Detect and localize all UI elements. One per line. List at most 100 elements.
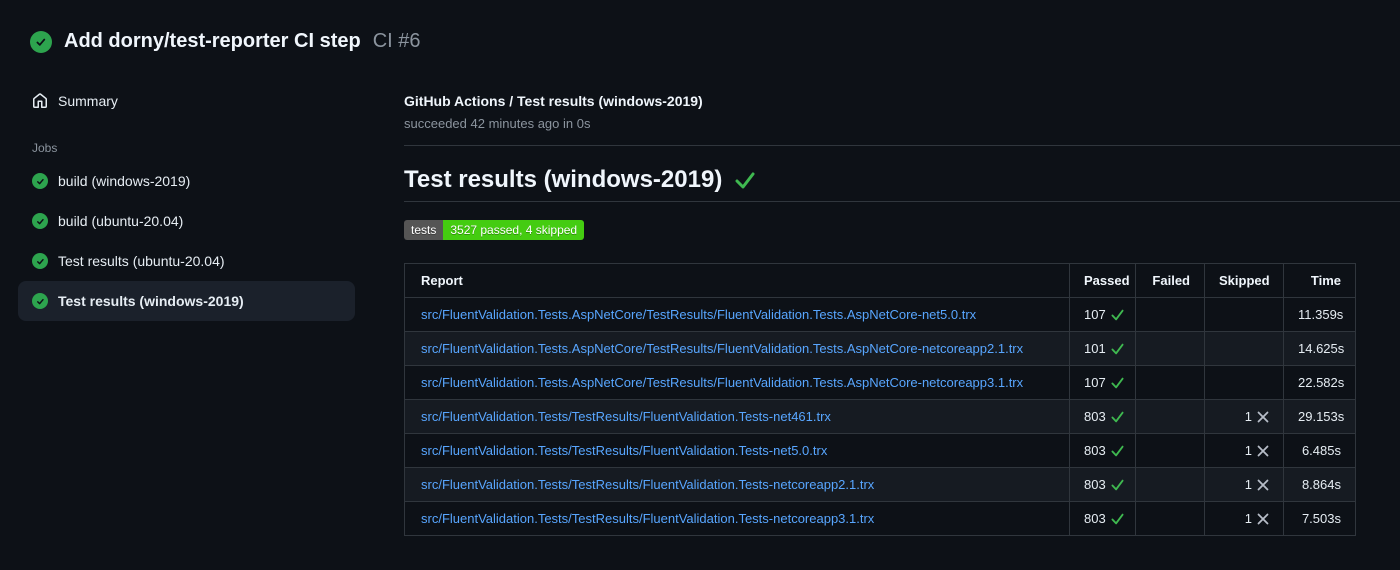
time-cell: 22.582s xyxy=(1283,365,1356,400)
table-row: src/FluentValidation.Tests.AspNetCore/Te… xyxy=(404,365,1356,400)
section-title: Test results (windows-2019) xyxy=(404,166,723,193)
home-icon xyxy=(32,93,48,109)
skipped-cell: 1 xyxy=(1204,467,1284,502)
run-header: Add dorny/test-reporter CI step CI #6 xyxy=(0,0,1400,67)
badge-value: 3527 passed, 4 skipped xyxy=(443,220,585,240)
skipped-cell: 1 xyxy=(1204,399,1284,434)
report-cell: src/FluentValidation.Tests.AspNetCore/Te… xyxy=(404,365,1070,400)
sidebar-job-item[interactable]: Test results (windows-2019) xyxy=(18,281,355,321)
table-row: src/FluentValidation.Tests/TestResults/F… xyxy=(404,501,1356,536)
failed-cell xyxy=(1135,399,1205,434)
skipped-cell xyxy=(1204,365,1284,400)
jobs-list: build (windows-2019) build (ubuntu-20.04)… xyxy=(18,161,355,321)
passed-count: 803 xyxy=(1084,511,1106,526)
pass-check-icon xyxy=(1111,309,1124,321)
passed-cell: 107 xyxy=(1069,365,1136,400)
column-header-report: Report xyxy=(404,263,1070,298)
skip-x-icon xyxy=(1257,445,1269,457)
pass-check-icon xyxy=(1111,445,1124,457)
sidebar-job-item[interactable]: Test results (ubuntu-20.04) xyxy=(18,241,355,281)
failed-cell xyxy=(1135,501,1205,536)
skipped-count: 1 xyxy=(1244,477,1252,492)
success-check-icon xyxy=(734,171,756,189)
report-cell: src/FluentValidation.Tests/TestResults/F… xyxy=(404,501,1070,536)
time-cell: 6.485s xyxy=(1283,433,1356,468)
report-link[interactable]: src/FluentValidation.Tests.AspNetCore/Te… xyxy=(421,341,1023,356)
table-row: src/FluentValidation.Tests/TestResults/F… xyxy=(404,433,1356,468)
passed-cell: 803 xyxy=(1069,399,1136,434)
sidebar-job-item[interactable]: build (windows-2019) xyxy=(18,161,355,201)
pass-check-icon xyxy=(1111,513,1124,525)
pass-check-icon xyxy=(1111,411,1124,423)
report-cell: src/FluentValidation.Tests/TestResults/F… xyxy=(404,433,1070,468)
report-link[interactable]: src/FluentValidation.Tests/TestResults/F… xyxy=(421,511,874,526)
report-link[interactable]: src/FluentValidation.Tests.AspNetCore/Te… xyxy=(421,307,976,322)
sidebar-job-item[interactable]: build (ubuntu-20.04) xyxy=(18,201,355,241)
skipped-count: 1 xyxy=(1244,511,1252,526)
failed-cell xyxy=(1135,331,1205,366)
failed-cell xyxy=(1135,433,1205,468)
jobs-sidebar: Summary Jobs build (windows-2019) build (… xyxy=(0,67,404,321)
sidebar-item-summary[interactable]: Summary xyxy=(18,83,355,119)
report-cell: src/FluentValidation.Tests.AspNetCore/Te… xyxy=(404,297,1070,332)
job-detail-panel: GitHub Actions / Test results (windows-2… xyxy=(404,67,1400,536)
tests-status-badge[interactable]: tests 3527 passed, 4 skipped xyxy=(404,220,585,240)
report-link[interactable]: src/FluentValidation.Tests/TestResults/F… xyxy=(421,409,831,424)
skipped-cell xyxy=(1204,331,1284,366)
pass-check-icon xyxy=(1111,377,1124,389)
report-cell: src/FluentValidation.Tests.AspNetCore/Te… xyxy=(404,331,1070,366)
table-row: src/FluentValidation.Tests.AspNetCore/Te… xyxy=(404,331,1356,366)
skipped-cell: 1 xyxy=(1204,501,1284,536)
workflow-run-number: CI #6 xyxy=(372,30,421,52)
failed-cell xyxy=(1135,297,1205,332)
success-check-circle-icon xyxy=(32,253,48,269)
job-label: build (windows-2019) xyxy=(58,173,191,189)
passed-count: 803 xyxy=(1084,477,1106,492)
column-header-failed: Failed xyxy=(1135,263,1205,298)
page-title: Add dorny/test-reporter CI step xyxy=(64,30,361,52)
passed-count: 107 xyxy=(1084,375,1106,390)
report-cell: src/FluentValidation.Tests/TestResults/F… xyxy=(404,399,1070,434)
report-link[interactable]: src/FluentValidation.Tests.AspNetCore/Te… xyxy=(421,375,1023,390)
success-check-circle-icon xyxy=(30,30,52,53)
table-row: src/FluentValidation.Tests.AspNetCore/Te… xyxy=(404,297,1356,332)
skip-x-icon xyxy=(1257,411,1269,423)
time-cell: 14.625s xyxy=(1283,331,1356,366)
column-header-skipped: Skipped xyxy=(1204,263,1284,298)
pass-check-icon xyxy=(1111,343,1124,355)
table-row: src/FluentValidation.Tests/TestResults/F… xyxy=(404,399,1356,434)
skipped-count: 1 xyxy=(1244,443,1252,458)
passed-cell: 101 xyxy=(1069,331,1136,366)
passed-cell: 107 xyxy=(1069,297,1136,332)
skipped-cell: 1 xyxy=(1204,433,1284,468)
skip-x-icon xyxy=(1257,513,1269,525)
badge-label: tests xyxy=(404,220,444,240)
table-row: src/FluentValidation.Tests/TestResults/F… xyxy=(404,467,1356,502)
report-link[interactable]: src/FluentValidation.Tests/TestResults/F… xyxy=(421,443,827,458)
time-cell: 7.503s xyxy=(1283,501,1356,536)
job-label: build (ubuntu-20.04) xyxy=(58,213,184,229)
failed-cell xyxy=(1135,467,1205,502)
success-check-circle-icon xyxy=(32,173,48,189)
skip-x-icon xyxy=(1257,479,1269,491)
time-cell: 29.153s xyxy=(1283,399,1356,434)
table-header-row: Report Passed Failed Skipped Time xyxy=(404,263,1356,298)
passed-cell: 803 xyxy=(1069,467,1136,502)
jobs-section-label: Jobs xyxy=(32,141,58,155)
pass-check-icon xyxy=(1111,479,1124,491)
check-run-title: GitHub Actions / Test results (windows-2… xyxy=(404,93,703,109)
column-header-passed: Passed xyxy=(1069,263,1136,298)
section-heading: Test results (windows-2019) xyxy=(404,166,1400,202)
passed-count: 803 xyxy=(1084,443,1106,458)
time-cell: 11.359s xyxy=(1283,297,1356,332)
divider xyxy=(404,145,1400,146)
check-run-status: succeeded 42 minutes ago in 0s xyxy=(404,116,591,131)
success-check-circle-icon xyxy=(32,293,48,309)
passed-count: 803 xyxy=(1084,409,1106,424)
column-header-time: Time xyxy=(1283,263,1356,298)
report-link[interactable]: src/FluentValidation.Tests/TestResults/F… xyxy=(421,477,874,492)
test-results-table: Report Passed Failed Skipped Time src/Fl… xyxy=(404,263,1356,536)
failed-cell xyxy=(1135,365,1205,400)
table-body: src/FluentValidation.Tests.AspNetCore/Te… xyxy=(404,297,1356,536)
sidebar-summary-label: Summary xyxy=(58,93,118,109)
